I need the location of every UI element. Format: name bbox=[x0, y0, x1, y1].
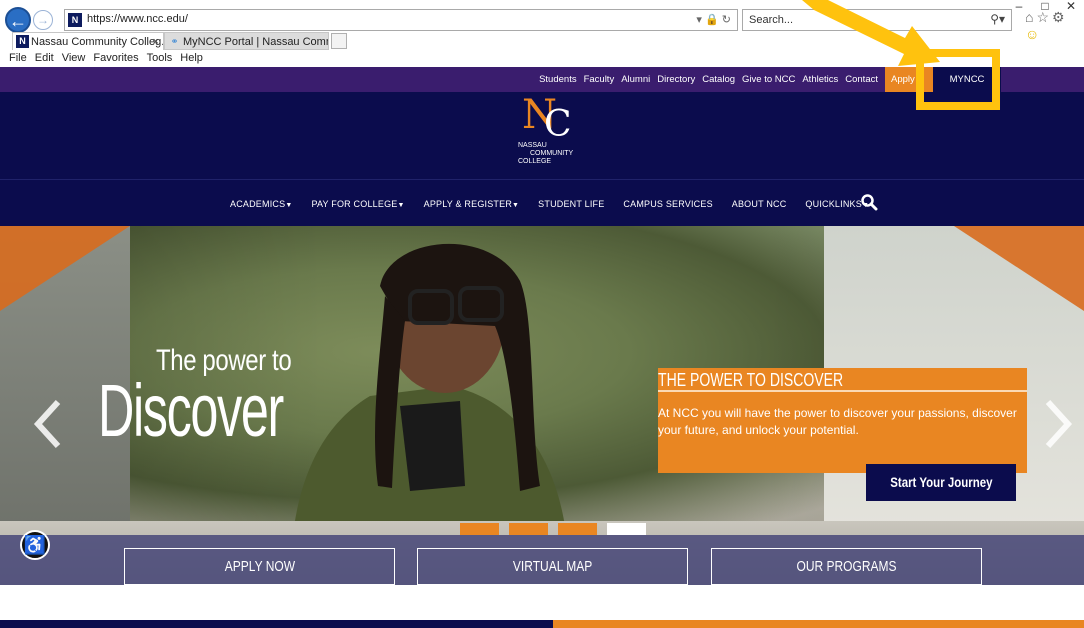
promo-title-text: THE POWER TO DISCOVER bbox=[658, 370, 844, 390]
accessibility-icon[interactable]: ♿ bbox=[20, 530, 50, 560]
decor-triangle-right bbox=[954, 226, 1084, 311]
nav-about-ncc[interactable]: ABOUT NCC bbox=[732, 199, 787, 209]
ncc-logo[interactable]: N C NASSAU COMMUNITY COLLEGE bbox=[516, 92, 596, 176]
site-search-icon[interactable] bbox=[860, 193, 878, 211]
hero-carousel: The power to Discover THE POWER TO DISCO… bbox=[0, 226, 1084, 585]
dropdown-icon[interactable]: ▾ bbox=[696, 14, 702, 26]
logo-letter-c: C bbox=[544, 104, 572, 145]
bottom-strip-orange bbox=[553, 620, 1084, 628]
search-icon[interactable]: ⚲▾ bbox=[990, 12, 1005, 26]
favorites-star-icon[interactable]: ☆ bbox=[1036, 9, 1052, 25]
new-tab-button[interactable] bbox=[331, 33, 347, 49]
virtual-map-button[interactable]: VIRTUAL MAP bbox=[417, 548, 688, 585]
link-catalog[interactable]: Catalog bbox=[702, 74, 735, 85]
link-give[interactable]: Give to NCC bbox=[742, 74, 795, 85]
button-label: VIRTUAL MAP bbox=[512, 558, 593, 575]
hero-button-band: APPLY NOW VIRTUAL MAP OUR PROGRAMS bbox=[0, 535, 1084, 585]
menu-view[interactable]: View bbox=[62, 52, 86, 64]
carousel-next-icon[interactable] bbox=[1042, 396, 1074, 452]
tab-label: Nassau Community Colleg... bbox=[31, 36, 164, 48]
promo-card: THE POWER TO DISCOVER At NCC you will ha… bbox=[658, 368, 1027, 501]
caret-down-icon: ▼ bbox=[512, 201, 520, 209]
site-favicon-icon: N bbox=[68, 13, 82, 27]
link-faculty[interactable]: Faculty bbox=[584, 74, 615, 85]
address-icons: ▾ 🔒 ↻ bbox=[696, 13, 731, 26]
back-button[interactable]: ← bbox=[5, 7, 31, 33]
ie-favicon-icon: ⚭ bbox=[170, 36, 179, 46]
lock-icon[interactable]: 🔒 bbox=[705, 14, 719, 26]
link-students[interactable]: Students bbox=[539, 74, 577, 85]
menu-help[interactable]: Help bbox=[180, 52, 203, 64]
ncc-favicon-icon: N bbox=[16, 35, 29, 48]
url-text[interactable]: https://www.ncc.edu/ bbox=[87, 13, 188, 25]
ncc-website: Students Faculty Alumni Directory Catalo… bbox=[0, 67, 1084, 628]
settings-gear-icon[interactable]: ⚙ bbox=[1052, 9, 1068, 25]
caret-down-icon: ▼ bbox=[397, 201, 405, 209]
nav-label: STUDENT LIFE bbox=[538, 198, 605, 209]
tab-label: MyNCC Portal | Nassau Comm... bbox=[183, 36, 329, 48]
nav-label: APPLY & REGISTER bbox=[423, 198, 513, 209]
menu-file[interactable]: File bbox=[9, 52, 27, 64]
logo-line-3: COLLEGE bbox=[518, 158, 552, 165]
button-label: APPLY NOW bbox=[224, 558, 295, 575]
menu-tools[interactable]: Tools bbox=[147, 52, 173, 64]
main-nav: ACADEMICS▼ PAY FOR COLLEGE▼ APPLY & REGI… bbox=[0, 179, 1084, 226]
carousel-indicators bbox=[460, 523, 646, 535]
home-icon[interactable]: ⌂ bbox=[1025, 9, 1036, 25]
nav-label: ABOUT NCC bbox=[731, 198, 787, 209]
menu-edit[interactable]: Edit bbox=[35, 52, 54, 64]
forward-button[interactable]: → bbox=[33, 10, 53, 30]
decor-triangle-left bbox=[0, 226, 130, 311]
carousel-dot-4[interactable] bbox=[607, 523, 646, 535]
button-label: OUR PROGRAMS bbox=[796, 558, 897, 575]
apply-now-button[interactable]: APPLY NOW bbox=[124, 548, 395, 585]
carousel-dot-3[interactable] bbox=[558, 523, 597, 535]
link-alumni[interactable]: Alumni bbox=[621, 74, 650, 85]
carousel-prev-icon[interactable] bbox=[32, 396, 64, 452]
nav-label: QUICKLINKS bbox=[805, 198, 862, 209]
link-directory[interactable]: Directory bbox=[657, 74, 695, 85]
bottom-strip bbox=[0, 620, 1084, 628]
nav-campus-services[interactable]: CAMPUS SERVICES bbox=[623, 199, 712, 209]
menu-favorites[interactable]: Favorites bbox=[93, 52, 138, 64]
our-programs-button[interactable]: OUR PROGRAMS bbox=[711, 548, 982, 585]
tab-myncc-portal[interactable]: ⚭ MyNCC Portal | Nassau Comm... bbox=[164, 32, 329, 50]
hero-big-text: Discover bbox=[98, 369, 284, 452]
nav-label: CAMPUS SERVICES bbox=[623, 198, 713, 209]
promo-body: At NCC you will have the power to discov… bbox=[658, 406, 1017, 437]
caret-down-icon: ▼ bbox=[285, 201, 293, 209]
utility-nav: Students Faculty Alumni Directory Catalo… bbox=[539, 67, 1084, 92]
carousel-dot-2[interactable] bbox=[509, 523, 548, 535]
nav-label: ACADEMICS bbox=[230, 198, 286, 209]
nav-label: PAY FOR COLLEGE bbox=[311, 198, 398, 209]
cta-label: Start Your Journey bbox=[889, 474, 993, 490]
link-contact[interactable]: Contact bbox=[845, 74, 878, 85]
logo-wordmark: NASSAU COMMUNITY COLLEGE bbox=[518, 142, 573, 166]
address-bar[interactable]: N https://www.ncc.edu/ ▾ 🔒 ↻ bbox=[64, 9, 738, 31]
nav-apply-register[interactable]: APPLY & REGISTER▼ bbox=[424, 199, 520, 209]
link-athletics[interactable]: Athletics bbox=[802, 74, 838, 85]
nav-student-life[interactable]: STUDENT LIFE bbox=[538, 199, 604, 209]
logo-line-1: NASSAU bbox=[518, 142, 547, 149]
pointer-arrow-icon bbox=[802, 0, 940, 66]
close-tab-icon[interactable]: × bbox=[153, 33, 159, 50]
promo-title: THE POWER TO DISCOVER bbox=[658, 368, 1027, 392]
tab-ncc[interactable]: N Nassau Community Colleg... × bbox=[12, 32, 164, 50]
start-journey-button[interactable]: Start Your Journey bbox=[866, 464, 1016, 501]
logo-line-2: COMMUNITY bbox=[530, 150, 574, 157]
carousel-dot-1[interactable] bbox=[460, 523, 499, 535]
refresh-icon[interactable]: ↻ bbox=[722, 14, 731, 26]
nav-pay-for-college[interactable]: PAY FOR COLLEGE▼ bbox=[311, 199, 404, 209]
nav-academics[interactable]: ACADEMICS▼ bbox=[230, 199, 292, 209]
